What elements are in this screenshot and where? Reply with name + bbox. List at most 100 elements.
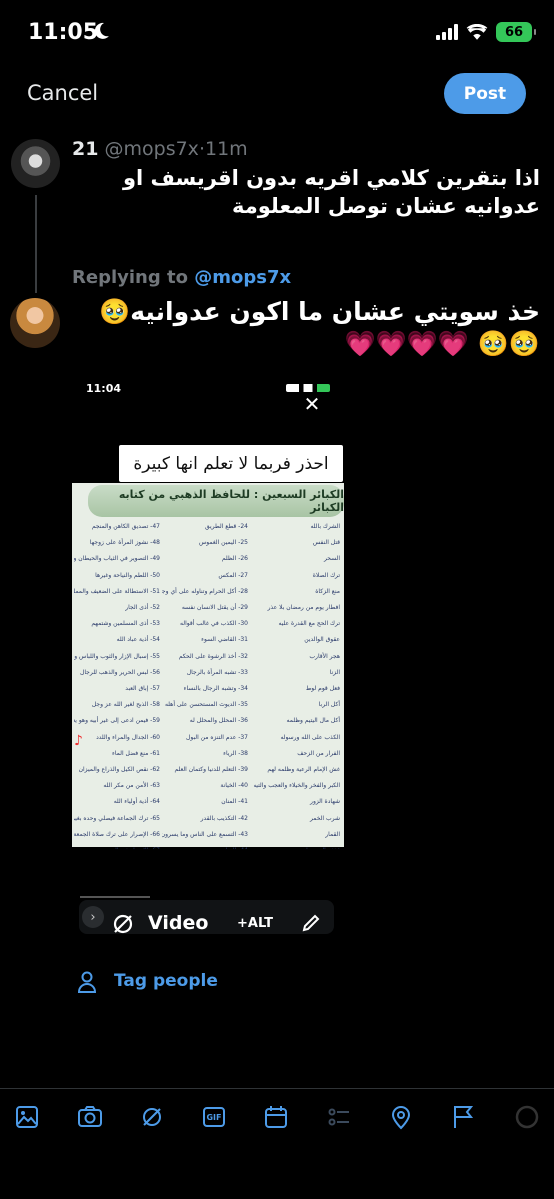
book-list-item: 63- الأمن من مكر الله	[103, 782, 160, 790]
book-list-item: فعل قوم لوط	[305, 685, 340, 693]
hashtag-icon[interactable]	[135, 1100, 169, 1134]
book-list-item: 29- أن يقتل الانسان نفسه	[181, 604, 248, 612]
moon-icon	[94, 22, 109, 39]
book-list-item: الكذب على الله ورسوله	[280, 733, 340, 741]
book-list-item: 25- اليمين الغموس	[198, 539, 248, 547]
book-list-item: القمار	[325, 830, 340, 838]
book-list-item: منع الزكاة	[315, 587, 340, 595]
book-list-item: 62- نقص الكيل والذراع والميزان	[78, 766, 160, 774]
book-list-item: 31- القاضي السوء	[201, 636, 248, 644]
book-list-item: 48- نشوز المرأة على زوجها	[89, 539, 160, 547]
poll-icon	[322, 1100, 356, 1134]
book-list-item: 51- الاستطالة على الضعيف والمملوك والزوج…	[74, 587, 160, 595]
book-list-item: 56- لبس الحرير والذهب للرجال	[79, 668, 160, 676]
book-list-item: 65- ترك الجماعة فيصلي وحده بغير عذر	[74, 814, 160, 822]
book-list-item: هجر الأقارب	[309, 652, 340, 660]
book-list-item: 39- التعلم للدنيا وكتمان العلم	[174, 766, 248, 774]
book-list-item: الفرار من الزحف	[297, 749, 340, 757]
original-post-text: اذا بتقرين كلامي اقريه بدون اقريسف او عد…	[122, 166, 540, 218]
status-bar: 11:05 66	[0, 0, 554, 66]
camera-icon[interactable]	[73, 1100, 107, 1134]
book-list-item: 59- فيمن ادعى إلى غير أبيه وهو يعلم	[74, 717, 160, 725]
schedule-icon[interactable]	[259, 1100, 293, 1134]
replying-to-handle[interactable]: @mops7x	[194, 267, 291, 288]
book-list-item: قتل النفس	[312, 539, 340, 547]
replying-to: Replying to @mops7x	[72, 267, 291, 288]
replying-to-prefix: Replying to	[72, 267, 188, 288]
media-status-icons	[286, 384, 330, 392]
book-list-item: 37- عدم التنزه من البول	[186, 733, 248, 741]
media-caption: احذر فربما لا تعلم انها كبيرة	[119, 445, 343, 482]
reply-text-input[interactable]: خذ سويتي عشان ما اكون عدوانيه🥹🥹🥹 💗💗💗💗	[70, 296, 540, 360]
signal-icon	[436, 24, 458, 40]
book-list-item: ترك الصلاة	[312, 571, 340, 579]
tag-people-button[interactable]: Tag people	[114, 971, 218, 991]
chevron-right-icon[interactable]: ›	[82, 906, 104, 928]
alt-text-button[interactable]: +ALT	[237, 916, 273, 931]
original-handle: @mops7x	[104, 138, 199, 160]
attached-media[interactable]: 11:04 ✕ احذر فربما لا تعلم انها كبيرة ال…	[72, 372, 344, 852]
thread-line	[35, 195, 37, 293]
media-inner-time: 11:04	[86, 382, 122, 395]
book-list-item: 66- الإصرار على ترك صلاة الجمعة والجماعة…	[74, 830, 160, 838]
book-column-2: 24- قطع الطريق 25- اليمين الغموس 26- الظلم…	[162, 519, 248, 849]
status-time: 11:05	[28, 20, 99, 45]
video-off-icon[interactable]	[112, 913, 134, 935]
location-icon[interactable]	[384, 1100, 418, 1134]
book-list-item: 47- تصديق الكاهن والمنجم	[91, 523, 160, 530]
book-column-3: 47- تصديق الكاهن والمنجم 48- نشوز المرأة …	[74, 519, 160, 849]
post-button[interactable]: Post	[444, 73, 526, 114]
book-list-item: قذف المحصنات	[254, 843, 340, 849]
book-list-item: 38- الرياء	[223, 749, 248, 757]
book-list-item: 53- أذى المسلمين وشتمهم	[91, 620, 160, 628]
book-list-item: 35- الديوث المستحسن على أهله	[164, 701, 248, 709]
book-page: الكبائر السبعين : للحافظ الذهبي من كتابه…	[72, 483, 344, 849]
book-list-item: السحر	[323, 555, 340, 563]
book-list-item: 55- إسبال الإزار والثوب واللباس والسراوي…	[74, 652, 160, 660]
book-list-item: 52- أذى الجار	[125, 604, 160, 612]
video-button[interactable]: Video	[148, 912, 208, 934]
gif-icon[interactable]: GIF	[197, 1100, 231, 1134]
book-list-item: افطار يوم من رمضان بلا عذر	[267, 604, 340, 612]
book-list-item: غش الإمام الرعية وظلمه لهم	[267, 766, 340, 774]
book-list-item: 34- وتشبه الرجال بالنساء	[183, 685, 248, 693]
book-title: الكبائر السبعين : للحافظ الذهبي من كتابه…	[88, 485, 344, 517]
book-list-item: 40- الخيانة	[220, 782, 248, 790]
book-list-item: أكل مال اليتيم وظلمه	[286, 717, 340, 725]
bottom-divider	[0, 1088, 554, 1089]
book-list-item: الكبر والفخر والخيلاء والعجب والتيه	[254, 782, 340, 790]
book-list-item: 44- النمام	[162, 843, 248, 849]
user-avatar[interactable]	[10, 298, 60, 348]
book-list-item: 58- الذبح لغير الله عز وجل	[91, 701, 160, 709]
edit-pencil-icon[interactable]	[300, 912, 322, 934]
original-author-avatar[interactable]	[11, 139, 60, 188]
original-post-header: 21 @mops7x·11m	[72, 138, 248, 160]
book-list-item: 43- التسمع على الناس وما يسرون	[162, 830, 248, 838]
book-list-item: 30- الكذب في غالب أقواله	[180, 620, 248, 628]
book-list-item: 41- المنان	[221, 798, 248, 806]
status-indicators: 66	[436, 22, 536, 42]
book-list-item: 24- قطع الطريق	[204, 523, 248, 530]
book-list-item: 50- اللطم والنياحة وغيرها	[95, 571, 160, 579]
book-column-1: الشرك بالله قتل النفس السحر ترك الصلاة منع ا…	[254, 519, 340, 849]
flag-icon[interactable]	[446, 1100, 480, 1134]
original-time: 11m	[204, 138, 248, 160]
book-list-item: 61- منع فضل الماء	[112, 749, 160, 757]
book-list-item: 64- أذية أولياء الله	[113, 798, 160, 806]
book-list-item: 49- التصوير في الثياب والحيطان والحجر وغ…	[74, 555, 160, 563]
image-icon[interactable]	[10, 1100, 44, 1134]
book-list-item: الزنا	[329, 668, 340, 676]
book-list-item: 32- أخذ الرشوة على الحكم	[178, 652, 248, 660]
book-list-item: الشرك بالله	[310, 523, 340, 530]
person-icon[interactable]	[77, 971, 97, 993]
book-list-item: 26- الظلم	[221, 555, 248, 563]
battery-icon: 66	[496, 22, 536, 42]
book-list-item: 33- تشبه المرأة بالرجال	[186, 668, 248, 676]
book-list-item: 42- التكذيب بالقدر	[200, 814, 248, 822]
book-list-item: شرب الخمر	[309, 814, 340, 822]
media-progress	[80, 896, 150, 898]
remove-media-button[interactable]: ✕	[300, 392, 324, 416]
cancel-button[interactable]: Cancel	[27, 81, 98, 105]
book-list-item: 67- الإضرار في الوصية	[74, 843, 160, 849]
book-list-item: 27- المكس	[218, 571, 248, 579]
